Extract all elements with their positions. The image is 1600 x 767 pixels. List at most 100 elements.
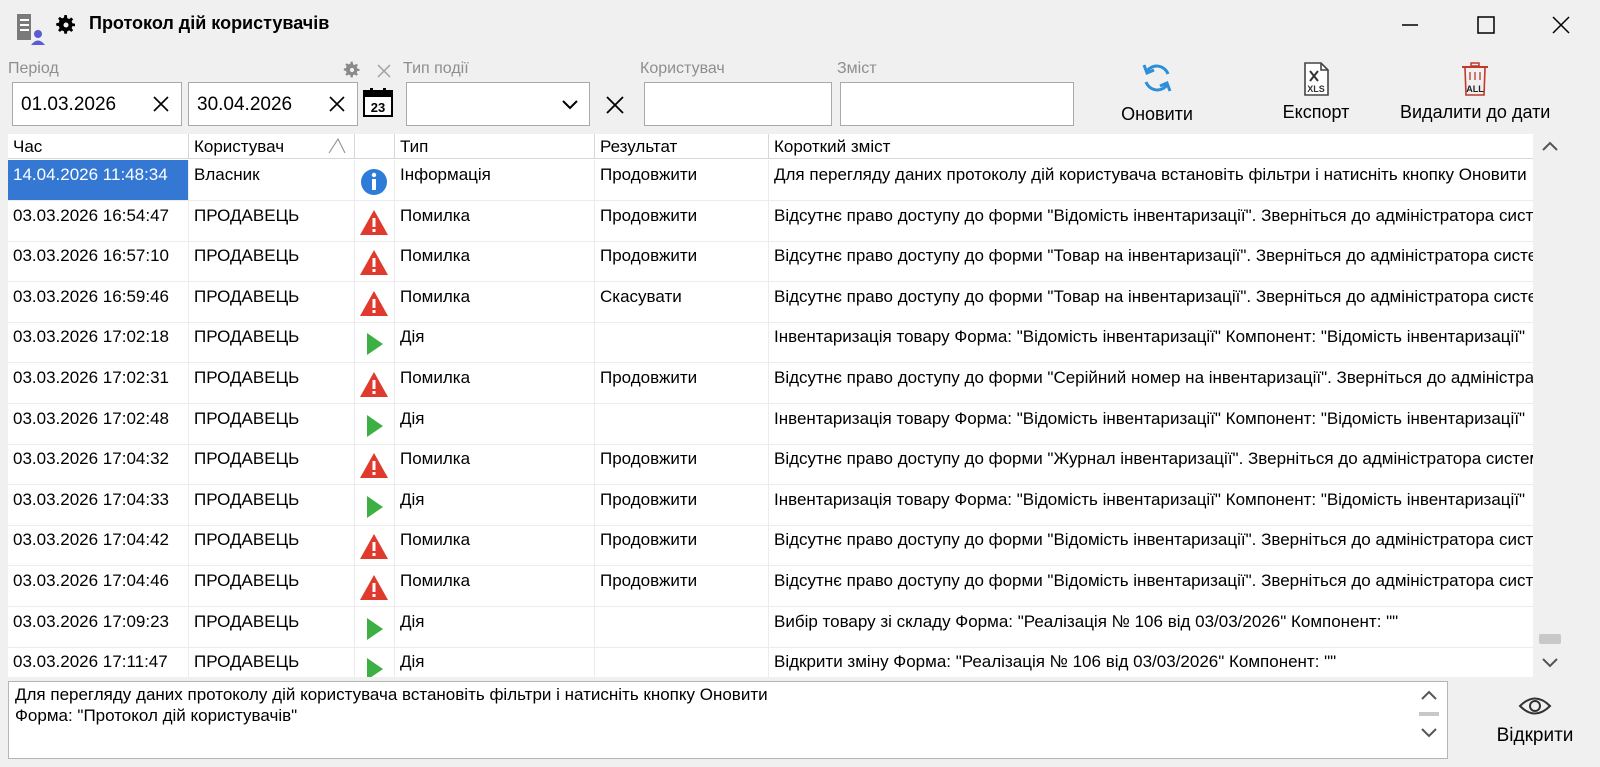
cell-type[interactable]: Дія — [395, 606, 595, 647]
cell-type[interactable]: Дія — [395, 403, 595, 444]
cell-user[interactable]: ПРОДАВЕЦЬ — [189, 647, 355, 677]
cell-time[interactable]: 03.03.2026 17:02:48 — [8, 403, 189, 444]
cell-summary[interactable]: Відсутнє право доступу до форми "Серійни… — [769, 363, 1533, 403]
details-memo[interactable]: Для перегляду даних протоколу дій корист… — [8, 681, 1448, 759]
cell-icon[interactable] — [355, 241, 395, 282]
cell-summary[interactable]: Інвентаризація товару Форма: "Відомість … — [769, 485, 1533, 525]
cell-result[interactable]: Продовжити — [595, 444, 769, 485]
table-row[interactable]: 03.03.2026 17:04:42 ПРОДАВЕЦЬ Помилка Продо… — [8, 525, 1533, 567]
cell-icon[interactable] — [355, 160, 395, 200]
cell-user[interactable]: ПРОДАВЕЦЬ — [189, 606, 355, 647]
cell-icon[interactable] — [355, 444, 395, 485]
cell-type[interactable]: Помилка — [395, 525, 595, 566]
maximize-button[interactable] — [1451, 0, 1521, 50]
cell-type[interactable]: Помилка — [395, 566, 595, 606]
cell-user[interactable]: ПРОДАВЕЦЬ — [189, 444, 355, 485]
date-from-field[interactable]: 01.03.2026 — [12, 82, 182, 126]
column-header-summary[interactable]: Короткий зміст — [769, 134, 1533, 159]
table-row[interactable]: 14.04.2026 11:48:34 Власник Інформація Прод… — [8, 160, 1533, 201]
memo-scrollbar[interactable] — [1415, 682, 1443, 758]
event-type-select[interactable] — [406, 82, 590, 126]
cell-result[interactable] — [595, 647, 769, 677]
cell-icon[interactable] — [355, 647, 395, 677]
period-settings-icon[interactable] — [342, 60, 362, 80]
cell-user[interactable]: ПРОДАВЕЦЬ — [189, 322, 355, 363]
cell-time[interactable]: 03.03.2026 16:54:47 — [8, 200, 189, 241]
cell-result[interactable]: Продовжити — [595, 363, 769, 403]
cell-icon[interactable] — [355, 363, 395, 403]
cell-type[interactable]: Помилка — [395, 444, 595, 485]
cell-icon[interactable] — [355, 566, 395, 606]
cell-user[interactable]: ПРОДАВЕЦЬ — [189, 525, 355, 566]
cell-result[interactable]: Продовжити — [595, 525, 769, 566]
cell-type[interactable]: Інформація — [395, 160, 595, 200]
column-header-result[interactable]: Результат — [595, 134, 769, 159]
cell-result[interactable]: Продовжити — [595, 160, 769, 200]
memo-scroll-thumb[interactable] — [1419, 712, 1439, 716]
cell-summary[interactable]: Вибір товару зі складу Форма: "Реалізаці… — [769, 607, 1533, 647]
clear-date-to-icon[interactable] — [327, 94, 347, 114]
minimize-button[interactable] — [1375, 0, 1445, 50]
table-row[interactable]: 03.03.2026 16:59:46 ПРОДАВЕЦЬ Помилка Скасу… — [8, 281, 1533, 323]
cell-summary[interactable]: Відсутнє право доступу до форми "Відоміс… — [769, 525, 1533, 565]
cell-type[interactable]: Дія — [395, 484, 595, 525]
table-row[interactable]: 03.03.2026 17:02:31 ПРОДАВЕЦЬ Помилка Продо… — [8, 363, 1533, 404]
table-row[interactable]: 03.03.2026 17:04:33 ПРОДАВЕЦЬ Дія Продовжит… — [8, 484, 1533, 526]
scroll-thumb[interactable] — [1539, 634, 1561, 644]
cell-result[interactable]: Продовжити — [595, 241, 769, 282]
scroll-up-icon[interactable] — [1541, 139, 1559, 153]
cell-time[interactable]: 03.03.2026 17:09:23 — [8, 606, 189, 647]
column-header-type[interactable]: Тип — [395, 134, 595, 159]
cell-time[interactable]: 03.03.2026 17:04:33 — [8, 484, 189, 525]
cell-icon[interactable] — [355, 200, 395, 241]
refresh-button[interactable]: Оновити — [1112, 60, 1202, 125]
cell-time[interactable]: 03.03.2026 16:57:10 — [8, 241, 189, 282]
cell-time[interactable]: 14.04.2026 11:48:34 — [8, 160, 189, 200]
cell-result[interactable]: Продовжити — [595, 200, 769, 241]
cell-result[interactable] — [595, 606, 769, 647]
cell-type[interactable]: Помилка — [395, 281, 595, 322]
cell-user[interactable]: ПРОДАВЕЦЬ — [189, 363, 355, 403]
cell-summary[interactable]: Відсутнє право доступу до форми "Відоміс… — [769, 566, 1533, 606]
cell-type[interactable]: Дія — [395, 647, 595, 677]
cell-summary[interactable]: Відсутнє право доступу до форми "Товар н… — [769, 282, 1533, 322]
table-row[interactable]: 03.03.2026 16:54:47 ПРОДАВЕЦЬ Помилка Продо… — [8, 200, 1533, 242]
table-row[interactable]: 03.03.2026 17:02:48 ПРОДАВЕЦЬ Дія Інвентари… — [8, 403, 1533, 445]
cell-user[interactable]: ПРОДАВЕЦЬ — [189, 403, 355, 444]
cell-type[interactable]: Помилка — [395, 241, 595, 282]
cell-time[interactable]: 03.03.2026 17:04:46 — [8, 566, 189, 606]
cell-type[interactable]: Помилка — [395, 200, 595, 241]
cell-result[interactable] — [595, 322, 769, 363]
close-button[interactable] — [1526, 0, 1596, 50]
cell-user[interactable]: ПРОДАВЕЦЬ — [189, 241, 355, 282]
cell-summary[interactable]: Відсутнє право доступу до форми "Товар н… — [769, 241, 1533, 281]
cell-summary[interactable]: Відсутнє право доступу до форми "Журнал … — [769, 444, 1533, 484]
cell-result[interactable] — [595, 403, 769, 444]
cell-time[interactable]: 03.03.2026 17:02:18 — [8, 322, 189, 363]
cell-summary[interactable]: Інвентаризація товару Форма: "Відомість … — [769, 322, 1533, 362]
cell-user[interactable]: Власник — [189, 160, 355, 200]
memo-scroll-up-icon[interactable] — [1420, 688, 1438, 702]
date-to-field[interactable]: 30.04.2026 — [188, 82, 358, 126]
cell-icon[interactable] — [355, 322, 395, 363]
period-clear-icon[interactable] — [376, 63, 392, 79]
content-filter-input[interactable] — [840, 82, 1074, 126]
cell-time[interactable]: 03.03.2026 17:11:47 — [8, 647, 189, 677]
clear-date-from-icon[interactable] — [151, 94, 171, 114]
delete-to-date-button[interactable]: ALL Видалити до дати — [1400, 62, 1550, 123]
scroll-down-icon[interactable] — [1541, 656, 1559, 670]
user-filter-input[interactable] — [644, 82, 832, 126]
cell-user[interactable]: ПРОДАВЕЦЬ — [189, 281, 355, 322]
cell-time[interactable]: 03.03.2026 17:04:32 — [8, 444, 189, 485]
cell-result[interactable]: Продовжити — [595, 566, 769, 606]
cell-icon[interactable] — [355, 403, 395, 444]
cell-time[interactable]: 03.03.2026 17:02:31 — [8, 363, 189, 403]
event-log-grid[interactable]: Час Користувач Тип Результат Короткий зм… — [8, 134, 1533, 677]
column-header-user[interactable]: Користувач — [189, 134, 355, 159]
table-row[interactable]: 03.03.2026 17:04:46 ПРОДАВЕЦЬ Помилка Продо… — [8, 566, 1533, 607]
table-row[interactable]: 03.03.2026 16:57:10 ПРОДАВЕЦЬ Помилка Продо… — [8, 241, 1533, 283]
cell-summary[interactable]: Відсутнє право доступу до форми "Відоміс… — [769, 201, 1533, 241]
table-row[interactable]: 03.03.2026 17:04:32 ПРОДАВЕЦЬ Помилка Продо… — [8, 444, 1533, 486]
cell-user[interactable]: ПРОДАВЕЦЬ — [189, 484, 355, 525]
cell-icon[interactable] — [355, 606, 395, 647]
